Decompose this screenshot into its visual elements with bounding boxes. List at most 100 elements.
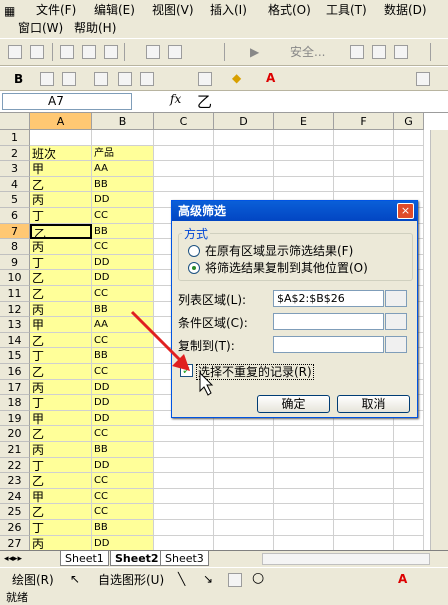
- cell-f25[interactable]: [334, 504, 394, 520]
- column-header-g[interactable]: G: [394, 113, 424, 130]
- cell-e2[interactable]: [274, 145, 334, 162]
- cell-e3[interactable]: [274, 161, 334, 177]
- arrow-icon[interactable]: ↘: [203, 572, 213, 586]
- cell-g22[interactable]: [394, 457, 424, 474]
- decimal-icon[interactable]: [140, 72, 154, 86]
- cell-c23[interactable]: [154, 473, 214, 489]
- cell-a17[interactable]: 丙: [30, 379, 92, 396]
- cell-e27[interactable]: [274, 535, 334, 550]
- align-center-icon[interactable]: [62, 72, 76, 86]
- cell-b27[interactable]: DD: [92, 535, 154, 550]
- cell-b9[interactable]: DD: [92, 254, 154, 271]
- criteria-range-input[interactable]: [273, 313, 384, 330]
- list-range-picker-icon[interactable]: [385, 290, 407, 307]
- draw-font-color-icon[interactable]: A: [398, 572, 407, 586]
- cell-f27[interactable]: [334, 535, 394, 550]
- menu-insert[interactable]: 插入(I): [210, 1, 247, 19]
- cell-e20[interactable]: [274, 426, 334, 442]
- cell-a15[interactable]: 丁: [30, 348, 92, 364]
- cell-f20[interactable]: [334, 426, 394, 442]
- cell-a25[interactable]: 乙: [30, 504, 92, 520]
- cell-b4[interactable]: BB: [92, 176, 154, 193]
- column-header-f[interactable]: F: [334, 113, 394, 130]
- cell-c20[interactable]: [154, 426, 214, 442]
- criteria-range-picker-icon[interactable]: [385, 313, 407, 330]
- ok-button[interactable]: 确定: [257, 395, 330, 413]
- cell-a2[interactable]: 班次: [30, 145, 92, 162]
- cell-a18[interactable]: 丁: [30, 395, 92, 411]
- tab-scroll-icon[interactable]: ◂◂▸▸: [4, 552, 22, 566]
- spellcheck-icon[interactable]: [104, 45, 118, 59]
- bold-icon[interactable]: B: [14, 72, 23, 86]
- column-header-a[interactable]: A: [30, 113, 92, 130]
- cell-b14[interactable]: CC: [92, 332, 154, 349]
- cell-a19[interactable]: 甲: [30, 410, 92, 427]
- cell-b8[interactable]: CC: [92, 239, 154, 255]
- cell-b11[interactable]: CC: [92, 286, 154, 302]
- cell-c2[interactable]: [154, 145, 214, 162]
- cell-f23[interactable]: [334, 473, 394, 489]
- cell-b5[interactable]: DD: [92, 192, 154, 208]
- new-icon[interactable]: [8, 45, 22, 59]
- table-icon[interactable]: [146, 45, 160, 59]
- fill-color-icon[interactable]: ◆: [232, 71, 241, 85]
- row-header[interactable]: 15: [0, 348, 30, 364]
- cell-b24[interactable]: CC: [92, 488, 154, 505]
- unique-records-checkbox[interactable]: ✓: [180, 364, 193, 377]
- cell-a10[interactable]: 乙: [30, 270, 92, 286]
- draw-menu-button[interactable]: 绘图(R): [12, 573, 54, 587]
- vertical-scrollbar[interactable]: [430, 130, 448, 550]
- row-header[interactable]: 14: [0, 332, 30, 349]
- cell-f1[interactable]: [334, 130, 394, 146]
- cell-g21[interactable]: [394, 442, 424, 458]
- cell-b16[interactable]: CC: [92, 364, 154, 380]
- cell-g2[interactable]: [394, 145, 424, 162]
- row-header[interactable]: 21: [0, 442, 30, 458]
- cell-a21[interactable]: 丙: [30, 442, 92, 458]
- fx-icon[interactable]: fx: [170, 92, 181, 106]
- cell-e23[interactable]: [274, 473, 334, 489]
- cell-a27[interactable]: 丙: [30, 535, 92, 550]
- cell-b6[interactable]: CC: [92, 208, 154, 224]
- menu-tools[interactable]: 工具(T): [326, 1, 367, 19]
- security-button[interactable]: 安全...: [290, 45, 325, 59]
- cell-a22[interactable]: 丁: [30, 457, 92, 474]
- copy-to-picker-icon[interactable]: [385, 336, 407, 353]
- horizontal-scrollbar[interactable]: [262, 553, 430, 565]
- name-box[interactable]: A7: [2, 93, 132, 110]
- cell-a5[interactable]: 丙: [30, 192, 92, 208]
- cell-g20[interactable]: [394, 426, 424, 442]
- align-left-icon[interactable]: [40, 72, 54, 86]
- cell-d20[interactable]: [214, 426, 274, 442]
- cell-f21[interactable]: [334, 442, 394, 458]
- merge-icon[interactable]: [94, 72, 108, 86]
- cell-b10[interactable]: DD: [92, 270, 154, 286]
- cell-a20[interactable]: 乙: [30, 426, 92, 442]
- cell-d1[interactable]: [214, 130, 274, 146]
- font-color-icon[interactable]: A: [266, 71, 275, 85]
- preview-icon[interactable]: [82, 45, 96, 59]
- row-header[interactable]: 10: [0, 270, 30, 286]
- cell-f2[interactable]: [334, 145, 394, 162]
- cell-e22[interactable]: [274, 457, 334, 474]
- row-header[interactable]: 19: [0, 410, 30, 427]
- save-icon[interactable]: [30, 45, 44, 59]
- column-header-e[interactable]: E: [274, 113, 334, 130]
- tab-sheet2[interactable]: Sheet2: [110, 551, 164, 566]
- row-header[interactable]: 6: [0, 208, 30, 224]
- cell-a8[interactable]: 丙: [30, 239, 92, 255]
- cell-b19[interactable]: DD: [92, 410, 154, 427]
- cell-a4[interactable]: 乙: [30, 176, 92, 193]
- cell-a1[interactable]: [30, 130, 92, 146]
- cell-e21[interactable]: [274, 442, 334, 458]
- cell-a9[interactable]: 丁: [30, 254, 92, 271]
- cell-a14[interactable]: 乙: [30, 332, 92, 349]
- cell-d2[interactable]: [214, 145, 274, 162]
- cell-a26[interactable]: 丁: [30, 520, 92, 536]
- wizard-icon[interactable]: [394, 45, 408, 59]
- cell-c26[interactable]: [154, 520, 214, 536]
- row-header[interactable]: 13: [0, 317, 30, 333]
- cell-g23[interactable]: [394, 473, 424, 489]
- design-icon[interactable]: [372, 45, 386, 59]
- cell-b23[interactable]: CC: [92, 473, 154, 489]
